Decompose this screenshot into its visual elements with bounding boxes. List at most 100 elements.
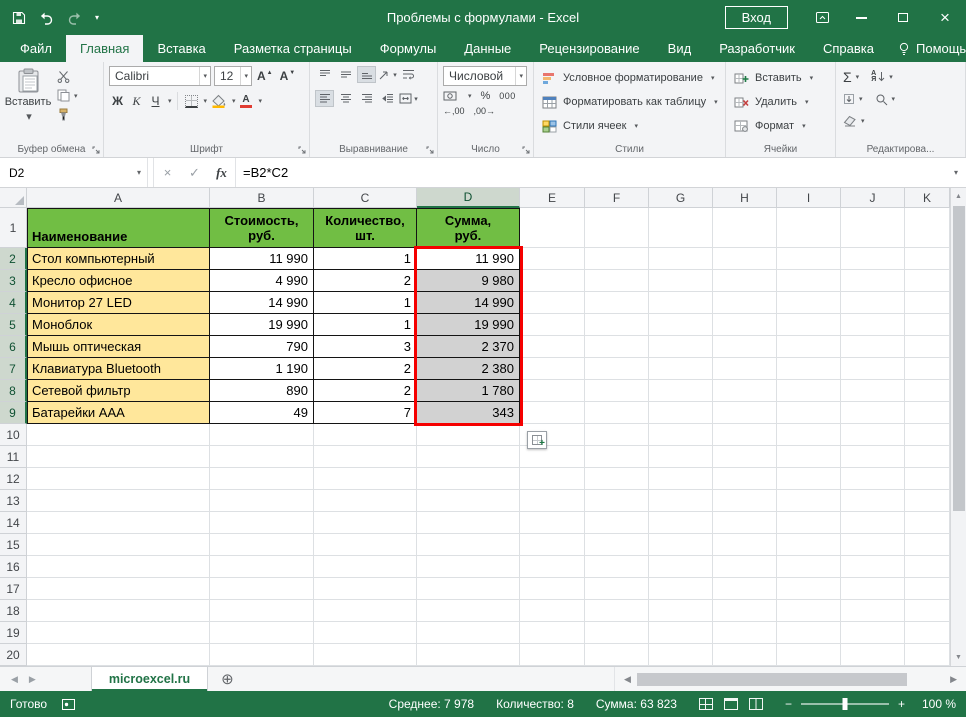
cell-g3[interactable] [649,270,713,292]
cell-j10[interactable] [841,424,905,446]
cell-j2[interactable] [841,248,905,270]
tab-file[interactable]: Файл [6,35,66,62]
cell-e13[interactable] [520,490,585,512]
cell-c3[interactable]: 2 [314,270,417,292]
row-header-6[interactable]: 6 [0,336,27,358]
cell-a8[interactable]: Сетевой фильтр [27,380,210,402]
cell-j4[interactable] [841,292,905,314]
cell-f20[interactable] [585,644,649,666]
copy-icon[interactable]: ▾ [57,88,78,103]
cell-d16[interactable] [417,556,520,578]
cell-c11[interactable] [314,446,417,468]
close-button[interactable]: × [924,0,966,35]
cell-b19[interactable] [210,622,314,644]
scroll-left-icon[interactable]: ◀ [618,674,637,685]
cell-f17[interactable] [585,578,649,600]
cell-b7[interactable]: 1 190 [210,358,314,380]
cell-j18[interactable] [841,600,905,622]
cell-j3[interactable] [841,270,905,292]
cell-g6[interactable] [649,336,713,358]
cell-e15[interactable] [520,534,585,556]
font-name-select[interactable]: Calibri ▾ [109,66,211,86]
cell-d11[interactable] [417,446,520,468]
cell-a6[interactable]: Мышь оптическая [27,336,210,358]
cell-i12[interactable] [777,468,841,490]
cell-j11[interactable] [841,446,905,468]
row-header-1[interactable]: 1 [0,208,27,248]
cell-a4[interactable]: Монитор 27 LED [27,292,210,314]
column-header-e[interactable]: E [520,188,585,208]
orientation-icon[interactable]: ▾ [378,66,397,83]
cell-k14[interactable] [905,512,950,534]
cell-j7[interactable] [841,358,905,380]
help-button[interactable]: Помощь [888,41,966,56]
cell-g13[interactable] [649,490,713,512]
cell-c4[interactable]: 1 [314,292,417,314]
cell-h15[interactable] [713,534,777,556]
cell-d20[interactable] [417,644,520,666]
cell-f15[interactable] [585,534,649,556]
cell-d9[interactable]: 343 [417,402,520,424]
cell-e4[interactable] [520,292,585,314]
tab-home[interactable]: Главная [65,35,144,62]
comma-style-button[interactable]: 000 [499,91,516,101]
row-header-13[interactable]: 13 [0,490,27,512]
cell-a9[interactable]: Батарейки AAA [27,402,210,424]
cell-c17[interactable] [314,578,417,600]
cell-e7[interactable] [520,358,585,380]
redo-icon[interactable] [67,11,82,25]
formula-bar-expand-icon[interactable]: ▾ [946,158,966,187]
decrease-font-size-icon[interactable]: А ▼ [278,69,298,83]
cell-a2[interactable]: Стол компьютерный [27,248,210,270]
cell-a19[interactable] [27,622,210,644]
cell-k9[interactable] [905,402,950,424]
row-header-14[interactable]: 14 [0,512,27,534]
currency-format-icon[interactable] [443,90,457,102]
cell-d19[interactable] [417,622,520,644]
cell-b14[interactable] [210,512,314,534]
tab-review[interactable]: Рецензирование [525,35,653,62]
cell-g15[interactable] [649,534,713,556]
cell-a5[interactable]: Моноблок [27,314,210,336]
sheet-tab-active[interactable]: microexcel.ru [90,667,209,691]
page-layout-view-icon[interactable] [723,698,738,710]
cell-d7[interactable]: 2 380 [417,358,520,380]
cell-f4[interactable] [585,292,649,314]
cell-b9[interactable]: 49 [210,402,314,424]
bold-button[interactable]: Ж [109,92,126,110]
row-header-12[interactable]: 12 [0,468,27,490]
row-header-19[interactable]: 19 [0,622,27,644]
sort-filter-button[interactable]: А Я ▾ [869,70,895,83]
cell-h4[interactable] [713,292,777,314]
cell-h3[interactable] [713,270,777,292]
cell-a13[interactable] [27,490,210,512]
cell-k6[interactable] [905,336,950,358]
cell-i17[interactable] [777,578,841,600]
row-header-10[interactable]: 10 [0,424,27,446]
cell-a10[interactable] [27,424,210,446]
cell-a18[interactable] [27,600,210,622]
cell-f14[interactable] [585,512,649,534]
cell-d4[interactable]: 14 990 [417,292,520,314]
cell-h8[interactable] [713,380,777,402]
row-header-15[interactable]: 15 [0,534,27,556]
cell-d2[interactable]: 11 990 [417,248,520,270]
cell-a15[interactable] [27,534,210,556]
cell-g16[interactable] [649,556,713,578]
cell-g12[interactable] [649,468,713,490]
cell-g14[interactable] [649,512,713,534]
align-right-icon[interactable] [357,90,376,107]
cell-g17[interactable] [649,578,713,600]
cell-j14[interactable] [841,512,905,534]
cell-i14[interactable] [777,512,841,534]
cell-c18[interactable] [314,600,417,622]
column-header-g[interactable]: G [649,188,713,208]
tab-formulas[interactable]: Формулы [366,35,451,62]
cell-a11[interactable] [27,446,210,468]
cell-g20[interactable] [649,644,713,666]
clear-button[interactable]: ▾ [841,115,867,127]
row-header-5[interactable]: 5 [0,314,27,336]
cell-b17[interactable] [210,578,314,600]
vertical-scrollbar-thumb[interactable] [952,206,965,511]
cell-i18[interactable] [777,600,841,622]
